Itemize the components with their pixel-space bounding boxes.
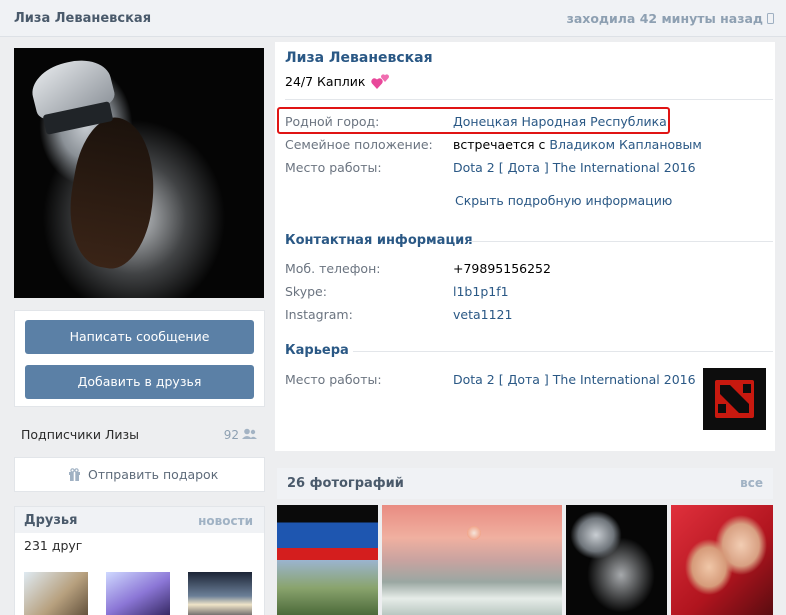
instagram-label: Instagram:	[285, 307, 353, 322]
contacts-title: Контактная информация	[285, 233, 473, 248]
skype-value[interactable]: l1b1p1f1	[453, 284, 509, 299]
workplace-label: Место работы:	[285, 160, 382, 175]
relationship-value: встречается с Владиком Каплановым	[453, 137, 702, 152]
mobile-value: +79895156252	[453, 261, 551, 276]
photo-thumbnail-sunset[interactable]	[382, 505, 562, 615]
photo-thumbnail-flag[interactable]	[277, 505, 378, 615]
hearts-icon	[371, 74, 390, 89]
followers-label: Подписчики Лизы	[21, 427, 140, 442]
top-bar: Лиза Леваневская заходила 42 минуты наза…	[0, 0, 786, 37]
photos-all-link[interactable]: все	[740, 476, 763, 490]
send-gift-label: Отправить подарок	[88, 467, 219, 482]
career-title: Карьера	[285, 343, 349, 358]
profile-status-text: 24/7 Каплик	[285, 74, 366, 89]
followers-row[interactable]: Подписчики Лизы 92	[21, 427, 257, 445]
relationship-prefix: встречается с	[453, 137, 550, 152]
last-seen-text: заходила 42 минуты назад	[566, 11, 763, 26]
actions-card: Написать сообщение Добавить в друзья	[14, 310, 265, 407]
highlight-box	[277, 107, 670, 134]
friends-title[interactable]: Друзья	[24, 513, 77, 528]
add-friend-button[interactable]: Добавить в друзья	[25, 365, 254, 399]
toggle-details-link[interactable]: Скрыть подробную информацию	[455, 193, 672, 208]
gift-icon	[69, 468, 80, 481]
divider	[468, 241, 773, 242]
friends-header: Друзья новости	[15, 507, 264, 533]
photo-thumbnail-cap[interactable]	[566, 505, 667, 615]
instagram-value[interactable]: veta1121	[453, 307, 512, 322]
relationship-label: Семейное положение:	[285, 137, 433, 152]
friends-count[interactable]: 231 друг	[24, 538, 82, 553]
career-workplace-label: Место работы:	[285, 372, 382, 387]
profile-name: Лиза Леваневская	[285, 50, 433, 66]
profile-photo[interactable]	[14, 48, 264, 298]
followers-count: 92	[223, 428, 239, 442]
profile-status[interactable]: 24/7 Каплик	[285, 73, 391, 91]
relationship-partner-link[interactable]: Владиком Каплановым	[549, 137, 701, 152]
friend-avatar[interactable]	[188, 572, 252, 615]
career-workplace-value[interactable]: Dota 2 [ Дота ] The International 2016	[453, 372, 696, 387]
photos-title[interactable]: 26 фотографий	[287, 476, 404, 491]
friend-avatar[interactable]	[24, 572, 88, 615]
photo-thumbnail-selfie[interactable]	[671, 505, 773, 615]
workplace-value[interactable]: Dota 2 [ Дота ] The International 2016	[453, 160, 696, 175]
photos-header: 26 фотографий все	[277, 468, 773, 499]
friend-avatar[interactable]	[106, 572, 170, 615]
friends-news-link[interactable]: новости	[198, 514, 253, 528]
photo-hair-shape	[59, 112, 167, 274]
skype-label: Skype:	[285, 284, 327, 299]
phone-icon	[767, 13, 774, 24]
people-icon	[242, 428, 257, 439]
divider	[353, 351, 773, 352]
dota-logo-icon[interactable]	[703, 368, 766, 430]
divider	[285, 99, 773, 100]
top-bar-name[interactable]: Лиза Леваневская	[14, 11, 151, 26]
mobile-label: Моб. телефон:	[285, 261, 381, 276]
last-seen-status: заходила 42 минуты назад	[567, 11, 774, 26]
friends-card: Друзья новости 231 друг	[14, 506, 265, 615]
send-gift-button[interactable]: Отправить подарок	[14, 457, 265, 492]
send-message-button[interactable]: Написать сообщение	[25, 320, 254, 354]
